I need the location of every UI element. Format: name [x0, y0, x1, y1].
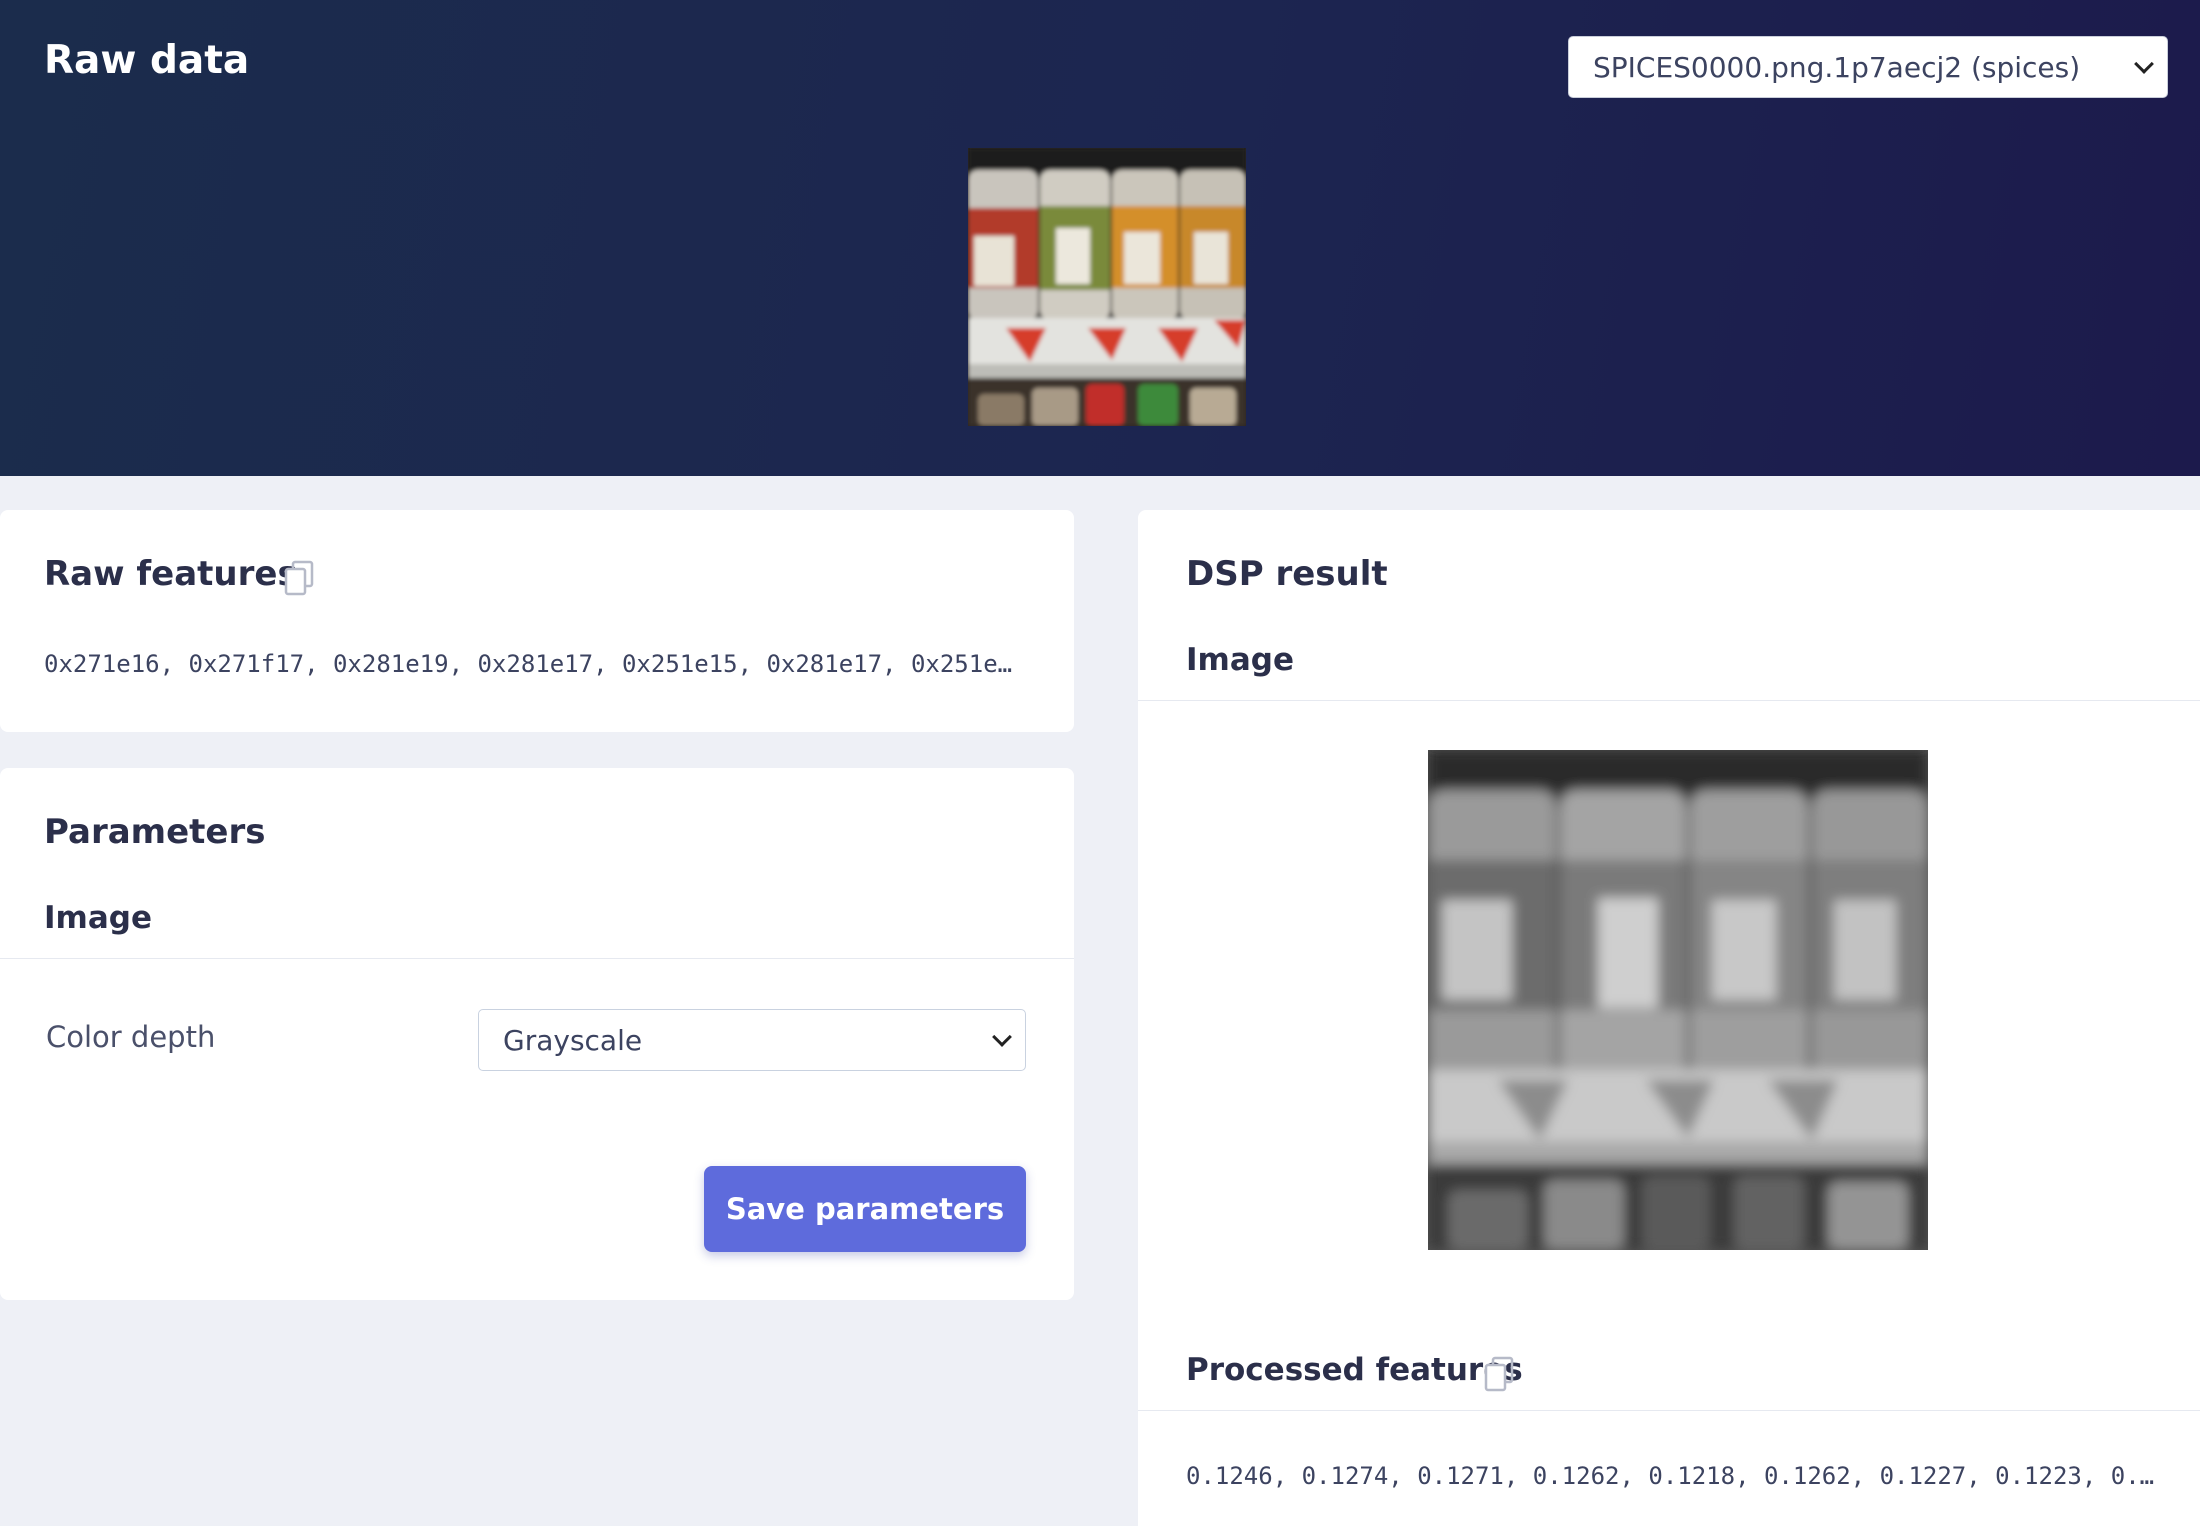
chevron-down-icon — [992, 1027, 1012, 1047]
dsp-image-section-title: Image — [1186, 642, 1294, 678]
dsp-result-title: DSP result — [1186, 554, 1388, 594]
parameters-title: Parameters — [44, 812, 266, 852]
processed-features-values: 0.1246, 0.1274, 0.1271, 0.1262, 0.1218, … — [1186, 1462, 2155, 1490]
chevron-down-icon — [2134, 54, 2154, 74]
dsp-result-card: DSP result Image Processed features 0.12… — [1138, 510, 2200, 1526]
section-divider — [1138, 700, 2200, 701]
processed-features-title: Processed features — [1186, 1352, 1523, 1388]
section-divider — [1138, 1410, 2200, 1411]
image-section-title: Image — [44, 900, 152, 936]
processed-image-grayscale — [1428, 750, 1928, 1250]
copy-icon[interactable] — [284, 560, 314, 596]
raw-features-title: Raw features — [44, 554, 298, 594]
parameters-card: Parameters Image Color depth Grayscale S… — [0, 768, 1074, 1300]
color-depth-label: Color depth — [46, 1020, 216, 1054]
color-depth-select[interactable]: Grayscale — [478, 1009, 1026, 1071]
raw-image-thumbnail — [968, 148, 1246, 426]
sample-select-value: SPICES0000.png.1p7aecj2 (spices) — [1593, 50, 2081, 84]
grayscale-image — [1428, 750, 1928, 1250]
sample-select[interactable]: SPICES0000.png.1p7aecj2 (spices) — [1568, 36, 2168, 98]
raw-features-values: 0x271e16, 0x271f17, 0x281e19, 0x281e17, … — [44, 650, 1013, 678]
page-title: Raw data — [44, 38, 250, 83]
raw-data-header: Raw data SPICES0000.png.1p7aecj2 (spices… — [0, 0, 2200, 476]
raw-image-spices-shelf — [968, 148, 1246, 426]
save-parameters-button[interactable]: Save parameters — [704, 1166, 1026, 1252]
copy-icon[interactable] — [1484, 1356, 1514, 1392]
color-depth-value: Grayscale — [503, 1023, 643, 1057]
raw-features-card: Raw features 0x271e16, 0x271f17, 0x281e1… — [0, 510, 1074, 732]
section-divider — [0, 958, 1074, 959]
